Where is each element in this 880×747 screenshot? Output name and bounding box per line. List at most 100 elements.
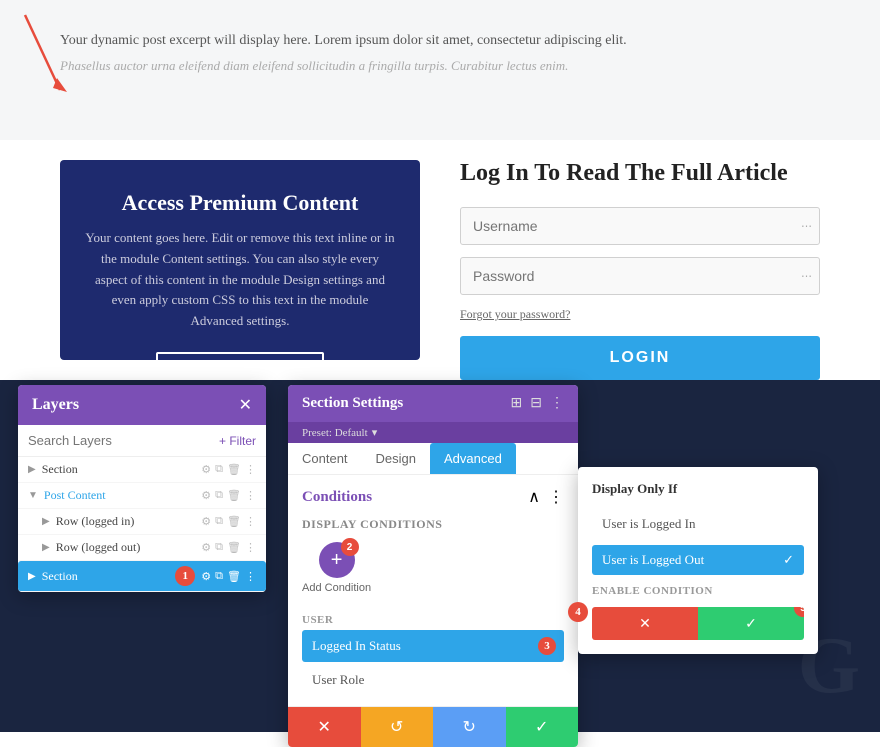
top-content-area: Your dynamic post excerpt will display h… [0,0,880,140]
enable-condition-footer: ✕ ✓ 5 [592,607,804,640]
layers-close-button[interactable]: ✕ [239,395,252,415]
step-badge-4: 4 [568,602,588,622]
more-icon: ⋮ [245,463,256,476]
user-logged-in-option[interactable]: User is Logged In [592,509,804,539]
excerpt-sub: Phasellus auctor urna eleifend diam elei… [60,56,820,77]
copy-icon: ⧉ [215,570,223,583]
columns-icon[interactable]: ⊟ [530,395,542,412]
user-role-option[interactable]: User Role [302,666,564,694]
undo-footer-button[interactable]: ↺ [361,707,434,747]
layers-panel: Layers ✕ + Filter ▶ Section ⚙ ⧉ 🗑 ⋮ ▼ Po… [18,385,266,592]
copy-icon: ⧉ [215,489,223,502]
display-only-if-panel: Display Only If User is Logged In User i… [578,467,818,654]
gear-icon: ⚙ [201,570,211,583]
list-item[interactable]: ▼ Post Content ⚙ ⧉ 🗑 ⋮ [18,483,266,509]
section-settings-body: Conditions ∧ ⋮ Display Conditions + 2 Ad… [288,475,578,706]
add-condition-button[interactable]: + 2 Add Condition [302,542,371,594]
layer-icons: ⚙ ⧉ 🗑 ⋮ [201,570,256,583]
chevron-right-icon: ▶ [28,464,36,475]
layers-header: Layers ✕ [18,385,266,425]
user-label: User [302,614,564,626]
gear-icon: ⚙ [201,541,211,554]
chevron-right-icon: ▶ [42,516,50,527]
layers-search-bar: + Filter [18,425,266,457]
copy-icon: ⧉ [215,463,223,476]
more-icon: ⋮ [245,541,256,554]
layers-filter-button[interactable]: + Filter [219,434,256,448]
section-settings-title: Section Settings [302,395,403,412]
forgot-password-link[interactable]: Forgot your password? [460,307,820,322]
step-badge-5: 5 [794,607,804,617]
user-section: User Logged In Status 3 User Role [302,614,564,694]
premium-body: Your content goes here. Edit or remove t… [85,228,395,332]
layer-icons: ⚙ ⧉ 🗑 ⋮ [201,541,256,554]
section-settings-header: Section Settings ⊞ ⊟ ⋮ [288,385,578,422]
trash-icon: 🗑 [227,515,241,528]
layers-search-input[interactable] [28,433,211,448]
enable-cancel-button[interactable]: ✕ [592,607,698,640]
display-conditions-label: Display Conditions [302,517,564,532]
list-item[interactable]: ▶ Section ⚙ ⧉ 🗑 ⋮ [18,457,266,483]
cancel-footer-button[interactable]: ✕ [288,707,361,747]
login-button[interactable]: LOGIN [460,336,820,380]
save-footer-button[interactable]: ✓ [506,707,579,747]
expand-icon[interactable]: ⊞ [511,395,523,412]
premium-title: Access Premium Content [85,190,395,216]
copy-icon: ⧉ [215,515,223,528]
enable-condition-title: Enable Condition [592,585,804,597]
trash-icon: 🗑 [227,570,241,583]
layer-icons: ⚙ ⧉ 🗑 ⋮ [201,463,256,476]
premium-box: Access Premium Content Your content goes… [60,160,420,360]
more-icon[interactable]: ⋮ [550,395,564,412]
conditions-header: Conditions ∧ ⋮ [302,487,564,507]
logged-in-status-option[interactable]: Logged In Status 3 [302,630,564,662]
layer-label: Section [42,462,196,477]
trash-icon: 🗑 [227,489,241,502]
gear-icon: ⚙ [201,463,211,476]
username-wrapper: ⋯ [460,207,820,245]
add-condition-label: Add Condition [302,582,371,594]
tab-design[interactable]: Design [362,443,430,474]
copy-icon: ⧉ [215,541,223,554]
display-only-if-title: Display Only If [592,481,804,497]
tab-advanced[interactable]: Advanced [430,443,516,474]
username-input[interactable] [460,207,820,245]
list-item[interactable]: ▶ Section 1 ⚙ ⧉ 🗑 ⋮ [18,561,266,592]
preset-bar: Preset: Default ▾ [288,422,578,443]
login-box: Log In To Read The Full Article ⋯ ⋯ Forg… [460,160,820,360]
more-icon: ⋮ [245,489,256,502]
password-input[interactable] [460,257,820,295]
layer-icons: ⚙ ⧉ 🗑 ⋮ [201,515,256,528]
section-settings-tabs: Content Design Advanced [288,443,578,475]
conditions-icons: ∧ ⋮ [528,487,564,507]
section-settings-panel: Section Settings ⊞ ⊟ ⋮ Preset: Default ▾… [288,385,578,747]
more-icon: ⋮ [245,515,256,528]
add-condition-row: + 2 Add Condition [302,542,564,606]
username-icon: ⋯ [801,220,812,233]
enable-confirm-button[interactable]: ✓ 5 [698,607,804,640]
add-condition-circle: + 2 [319,542,355,578]
layer-label: Section [42,569,170,584]
user-logged-out-option[interactable]: User is Logged Out ✓ [592,545,804,575]
layer-label: Post Content [44,488,195,503]
preset-arrow-icon[interactable]: ▾ [372,426,378,439]
more-icon: ⋮ [245,570,256,583]
list-item[interactable]: ▶ Row (logged out) ⚙ ⧉ 🗑 ⋮ [18,535,266,561]
layers-title: Layers [32,396,79,414]
conditions-title: Conditions [302,489,372,506]
layer-label: Row (logged in) [56,514,196,529]
chevron-right-icon: ▶ [42,542,50,553]
chevron-right-icon: ▶ [28,571,36,582]
trash-icon: 🗑 [227,463,241,476]
layer-label: Row (logged out) [56,540,196,555]
more-icon[interactable]: ⋮ [548,487,564,507]
section-settings-footer: ✕ ↺ ↻ ✓ [288,706,578,747]
list-item[interactable]: ▶ Row (logged in) ⚙ ⧉ 🗑 ⋮ [18,509,266,535]
step-badge-3: 3 [538,637,556,655]
tab-content[interactable]: Content [288,443,362,474]
trash-icon: 🗑 [227,541,241,554]
excerpt-text: Your dynamic post excerpt will display h… [60,30,820,52]
red-arrow-icon [15,10,75,100]
redo-footer-button[interactable]: ↻ [433,707,506,747]
chevron-up-icon[interactable]: ∧ [528,487,540,507]
